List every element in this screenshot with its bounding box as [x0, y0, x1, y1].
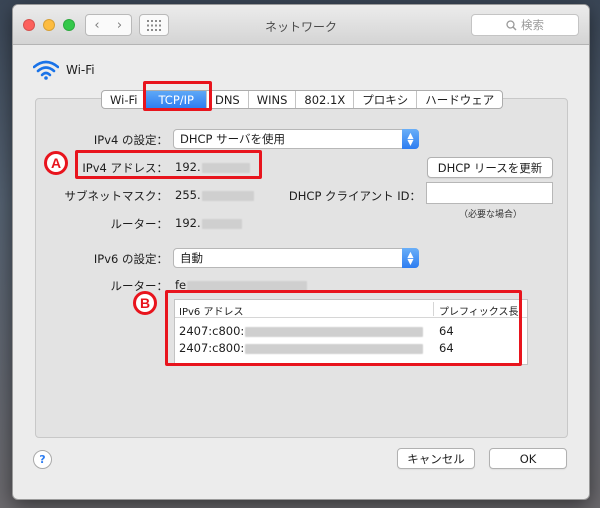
question-icon: ? [39, 453, 46, 466]
redacted-mask [187, 280, 308, 291]
tab-wins[interactable]: WINS [247, 91, 296, 108]
tab-hardware[interactable]: ハードウェア [416, 91, 502, 108]
search-placeholder: 検索 [521, 18, 544, 32]
tab-wifi[interactable]: Wi-Fi [102, 91, 145, 108]
ipv6-config-label: IPv6 の設定： [93, 252, 168, 266]
dhcp-renew-button[interactable]: DHCP リースを更新 [427, 157, 553, 178]
tab-proxy[interactable]: プロキシ [353, 91, 416, 108]
redacted-mask [201, 190, 254, 201]
callout-badge-a: A [44, 151, 68, 175]
dhcp-client-id-field[interactable] [426, 182, 553, 204]
settings-panel [35, 98, 568, 438]
search-field[interactable]: 検索 [471, 14, 579, 36]
subnet-mask-text: 255. [175, 188, 201, 202]
subnet-mask-value: 255. [175, 188, 254, 202]
tab-8021x[interactable]: 802.1X [295, 91, 353, 108]
router-label: ルーター： [110, 217, 169, 231]
help-button[interactable]: ? [33, 450, 52, 469]
ipv4-config-value: DHCP サーバを使用 [180, 132, 286, 146]
ok-button[interactable]: OK [489, 448, 567, 469]
magnifier-icon [506, 19, 517, 30]
interface-name: Wi-Fi [66, 63, 95, 77]
ipv4-config-label: IPv4 の設定： [93, 133, 168, 147]
interface-header: Wi-Fi [33, 60, 95, 80]
chevron-updown-icon: ▲ ▼ [402, 248, 419, 268]
callout-badge-b: B [133, 291, 157, 315]
router-value: 192. [175, 216, 242, 230]
chevron-updown-icon: ▲ ▼ [402, 129, 419, 149]
wifi-icon [33, 60, 59, 80]
cancel-button[interactable]: キャンセル [397, 448, 475, 469]
redacted-mask [201, 218, 242, 229]
ipv6-table-highlight [165, 290, 522, 366]
titlebar: ‹ › ネットワーク 検索 [13, 5, 589, 45]
router-text: 192. [175, 216, 201, 230]
tcpip-tab-highlight [143, 81, 212, 111]
tab-dns[interactable]: DNS [205, 91, 248, 108]
dhcp-client-id-label: DHCP クライアント ID： [288, 189, 421, 203]
dhcp-client-id-note: （必要な場合） [459, 210, 523, 220]
ipv4-config-select[interactable]: DHCP サーバを使用 ▲ ▼ [173, 129, 419, 149]
subnet-mask-label: サブネットマスク： [64, 189, 169, 203]
ipv4-address-highlight [75, 150, 262, 179]
ipv6-config-select[interactable]: 自動 ▲ ▼ [173, 248, 419, 268]
network-window: ‹ › ネットワーク 検索 Wi-Fi Wi-Fi TCP/IP DNS WIN… [12, 4, 590, 500]
ipv6-config-value: 自動 [180, 251, 203, 265]
